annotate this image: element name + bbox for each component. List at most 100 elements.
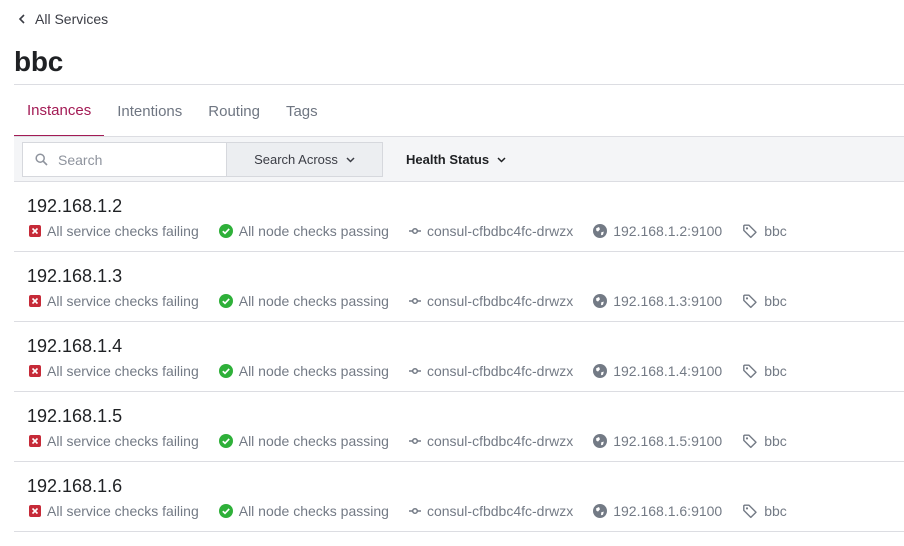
instance-tags: bbc (742, 433, 787, 449)
search-across-dropdown[interactable]: Search Across (226, 142, 383, 177)
tab-tags[interactable]: Tags (273, 85, 331, 137)
service-checks-status: All service checks failing (29, 433, 199, 449)
service-checks-text: All service checks failing (47, 503, 199, 519)
service-checks-text: All service checks failing (47, 433, 199, 449)
node-icon (408, 297, 421, 305)
health-status-label: Health Status (406, 152, 490, 167)
health-status-dropdown[interactable]: Health Status (406, 142, 506, 177)
passing-check-icon (218, 364, 233, 378)
address-text: 192.168.1.6:9100 (613, 503, 723, 519)
globe-icon (593, 224, 608, 238)
address-text: 192.168.1.5:9100 (613, 433, 723, 449)
instance-meta: All service checks failing All node chec… (29, 502, 787, 520)
node-name-text: consul-cfbdbc4fc-drwzx (426, 433, 574, 449)
node-name-text: consul-cfbdbc4fc-drwzx (426, 503, 574, 519)
instance-name: 192.168.1.3 (27, 266, 123, 286)
instance-name: 192.168.1.6 (27, 476, 123, 496)
globe-icon (593, 294, 608, 308)
node-name[interactable]: consul-cfbdbc4fc-drwzx (408, 433, 574, 449)
tag-text: bbc (764, 433, 787, 449)
instance-address: 192.168.1.2:9100 (593, 223, 722, 239)
node-checks-text: All node checks passing (238, 503, 389, 519)
globe-icon (593, 504, 608, 518)
address-text: 192.168.1.2:9100 (613, 223, 723, 239)
passing-check-icon (218, 504, 233, 518)
service-checks-text: All service checks failing (47, 223, 199, 239)
node-name[interactable]: consul-cfbdbc4fc-drwzx (408, 223, 574, 239)
node-checks-status: All node checks passing (218, 223, 389, 239)
instance-name: 192.168.1.4 (27, 336, 123, 356)
passing-check-icon (218, 294, 233, 308)
tag-text: bbc (764, 363, 787, 379)
instance-tags: bbc (742, 223, 787, 239)
chevron-down-icon (497, 156, 506, 163)
chevron-down-icon (346, 156, 355, 163)
search-icon (35, 153, 48, 166)
service-checks-text: All service checks failing (47, 293, 199, 309)
globe-icon (593, 364, 608, 378)
instance-tags: bbc (742, 363, 787, 379)
tab-bar: Instances Intentions Routing Tags (14, 85, 331, 137)
node-checks-status: All node checks passing (218, 503, 389, 519)
instance-row[interactable]: 192.168.1.6 All service checks failing A… (14, 462, 904, 532)
node-name-text: consul-cfbdbc4fc-drwzx (426, 293, 574, 309)
instance-tags: bbc (742, 293, 787, 309)
instance-tags: bbc (742, 503, 787, 519)
instance-row[interactable]: 192.168.1.5 All service checks failing A… (14, 392, 904, 462)
instance-row[interactable]: 192.168.1.4 All service checks failing A… (14, 322, 904, 392)
tag-icon (743, 364, 757, 379)
service-checks-text: All service checks failing (47, 363, 199, 379)
passing-check-icon (218, 224, 233, 238)
node-checks-text: All node checks passing (238, 293, 389, 309)
chevron-left-icon (18, 14, 25, 24)
service-checks-status: All service checks failing (29, 503, 199, 519)
instance-list: 192.168.1.2 All service checks failing A… (14, 182, 904, 532)
globe-icon (593, 434, 608, 448)
filter-bar: Search Across Health Status (14, 137, 904, 182)
tag-icon (743, 294, 757, 309)
failing-check-icon (29, 505, 41, 517)
tag-text: bbc (764, 503, 787, 519)
node-icon (408, 367, 421, 375)
node-name[interactable]: consul-cfbdbc4fc-drwzx (408, 363, 574, 379)
instance-address: 192.168.1.3:9100 (593, 293, 722, 309)
tab-routing[interactable]: Routing (195, 85, 273, 137)
breadcrumb-all-services[interactable]: All Services (18, 10, 108, 28)
tab-intentions[interactable]: Intentions (104, 85, 195, 137)
node-checks-text: All node checks passing (238, 223, 389, 239)
node-name-text: consul-cfbdbc4fc-drwzx (426, 363, 574, 379)
search-input[interactable] (23, 143, 227, 176)
node-checks-status: All node checks passing (218, 293, 389, 309)
node-icon (408, 437, 421, 445)
node-checks-status: All node checks passing (218, 433, 389, 449)
node-checks-status: All node checks passing (218, 363, 389, 379)
instance-meta: All service checks failing All node chec… (29, 362, 787, 380)
failing-check-icon (29, 435, 41, 447)
node-icon (408, 507, 421, 515)
tag-icon (743, 504, 757, 519)
service-checks-status: All service checks failing (29, 223, 199, 239)
service-checks-status: All service checks failing (29, 363, 199, 379)
node-checks-text: All node checks passing (238, 433, 389, 449)
instance-row[interactable]: 192.168.1.2 All service checks failing A… (14, 182, 904, 252)
tab-instances[interactable]: Instances (14, 85, 105, 137)
tag-icon (743, 434, 757, 449)
passing-check-icon (218, 434, 233, 448)
breadcrumb-label: All Services (35, 11, 109, 27)
node-name-text: consul-cfbdbc4fc-drwzx (426, 223, 574, 239)
failing-check-icon (29, 225, 41, 237)
node-name[interactable]: consul-cfbdbc4fc-drwzx (408, 293, 574, 309)
instance-name: 192.168.1.5 (27, 406, 123, 426)
tag-icon (743, 224, 757, 239)
instance-meta: All service checks failing All node chec… (29, 292, 787, 310)
instance-row[interactable]: 192.168.1.3 All service checks failing A… (14, 252, 904, 322)
node-name[interactable]: consul-cfbdbc4fc-drwzx (408, 503, 574, 519)
search-across-label: Search Across (254, 152, 338, 167)
instance-meta: All service checks failing All node chec… (29, 222, 787, 240)
tag-text: bbc (764, 223, 787, 239)
instance-address: 192.168.1.5:9100 (593, 433, 722, 449)
service-checks-status: All service checks failing (29, 293, 199, 309)
instance-name: 192.168.1.2 (27, 196, 123, 216)
page-title: bbc (14, 46, 64, 77)
failing-check-icon (29, 365, 41, 377)
